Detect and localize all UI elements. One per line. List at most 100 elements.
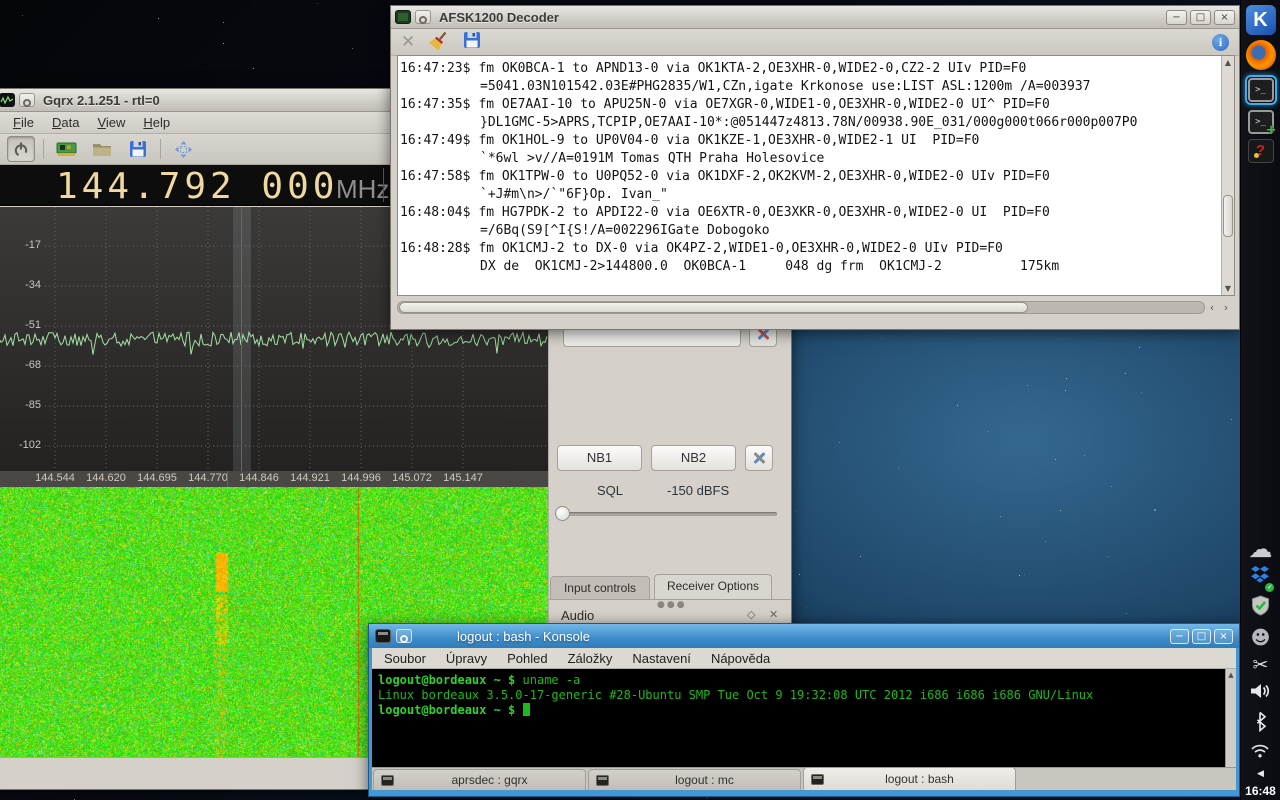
sql-label: SQL xyxy=(597,483,623,498)
move-button[interactable] xyxy=(169,136,197,162)
tab-logout-bash[interactable]: logout : bash xyxy=(803,767,1016,790)
tab-receiver-options[interactable]: Receiver Options xyxy=(654,574,772,600)
menu-soubor[interactable]: Soubor xyxy=(384,651,426,666)
afsk-app-icon xyxy=(395,10,411,24)
gqrx-menu-button-icon[interactable] xyxy=(19,93,35,107)
menu-napoveda[interactable]: Nápověda xyxy=(711,651,770,666)
konsole-menu-button-icon[interactable] xyxy=(396,629,412,643)
packet-info: }DL1GMC-5>APRS,TCPIP,OE7AAI-10*:@051447z… xyxy=(400,114,1234,132)
terminal-tab-icon xyxy=(811,774,824,785)
terminal-scrollbar[interactable]: ▲ xyxy=(1225,669,1236,769)
menu-zalozky[interactable]: Záložky xyxy=(568,651,613,666)
tab-logout-mc[interactable]: logout : mc xyxy=(588,769,801,790)
scroll-left-arrow[interactable]: ‹ xyxy=(1205,301,1219,314)
menu-nastaveni[interactable]: Nastavení xyxy=(632,651,691,666)
konsole-window-title: logout : bash - Konsole xyxy=(457,629,590,644)
scroll-right-arrow[interactable]: › xyxy=(1219,301,1233,314)
afsk-menu-button-icon[interactable] xyxy=(415,10,431,24)
system-tray: ☁ ✓ ☻ ✂ ◀ 16:48 xyxy=(1245,538,1276,800)
dropbox-icon[interactable]: ✓ xyxy=(1249,565,1271,590)
decoder-log[interactable]: 16:47:23$fm OK0BCA-1 to APND13-0 via OK1… xyxy=(397,55,1235,296)
shell-prompt: logout@bordeaux ~ $ xyxy=(378,673,515,687)
packet-time: 16:47:58$ xyxy=(400,169,470,184)
panel-clock[interactable]: 16:48 xyxy=(1245,784,1276,798)
clear-broom-icon[interactable] xyxy=(429,30,449,55)
scrollbar-thumb[interactable] xyxy=(1223,195,1233,237)
gqrx-menu-data[interactable]: Data xyxy=(52,115,79,130)
bluetooth-icon[interactable] xyxy=(1252,711,1268,737)
nb2-button[interactable]: NB2 xyxy=(651,445,736,471)
freq-tick-label: 145.147 xyxy=(443,472,483,484)
audio-float-icon[interactable]: ◇ xyxy=(747,608,755,621)
minimize-button[interactable]: − xyxy=(1170,629,1189,644)
konsole-window: logout : bash - Konsole − □ × Soubor Úpr… xyxy=(368,623,1240,797)
close-x-icon[interactable]: ✕ xyxy=(401,32,415,52)
menu-upravy[interactable]: Úpravy xyxy=(446,651,487,666)
minimize-button[interactable]: − xyxy=(1166,10,1187,25)
audio-close-icon[interactable]: ✕ xyxy=(769,608,778,621)
kde-menu-icon[interactable]: K xyxy=(1246,5,1276,35)
firefox-icon[interactable] xyxy=(1246,40,1276,70)
konsole-titlebar[interactable]: logout : bash - Konsole − □ × xyxy=(369,624,1239,648)
frequency-axis[interactable]: 144.544 144.620 144.695 144.770 144.846 … xyxy=(0,471,548,487)
new-terminal-icon[interactable]: >_+ xyxy=(1248,110,1274,134)
nb-config-button[interactable] xyxy=(745,445,773,471)
db-tick-label: -68 xyxy=(0,359,41,371)
packet-time: 16:47:23$ xyxy=(400,61,470,76)
info-icon[interactable]: i xyxy=(1212,34,1229,51)
gqrx-menu-help[interactable]: Help xyxy=(143,115,170,130)
freq-tick-label: 144.770 xyxy=(188,472,228,484)
nb1-button[interactable]: NB1 xyxy=(557,445,642,471)
tray-collapse-icon[interactable]: ◀ xyxy=(1257,769,1264,779)
terminal-output[interactable]: logout@bordeaux ~ $ uname -a Linux borde… xyxy=(372,669,1236,769)
device-config-button[interactable] xyxy=(52,136,80,162)
freq-tick-label: 144.996 xyxy=(341,472,381,484)
scrollbar-thumb[interactable] xyxy=(399,302,1028,313)
sql-slider-track[interactable] xyxy=(557,512,777,516)
packet-time: 16:48:04$ xyxy=(400,205,470,220)
filter-band[interactable] xyxy=(233,207,251,471)
freq-tick-label: 144.620 xyxy=(86,472,126,484)
horizontal-scrollbar[interactable]: ‹ › xyxy=(397,300,1233,315)
ktip-help-icon[interactable]: ? xyxy=(1248,139,1274,163)
weather-clouds-icon[interactable]: ☁ xyxy=(1248,538,1272,560)
gqrx-menu-view[interactable]: View xyxy=(97,115,125,130)
volume-icon[interactable] xyxy=(1249,681,1271,706)
afsk-decoder-window: AFSK1200 Decoder − □ × ✕ i 16:47:23$fm O… xyxy=(390,5,1240,330)
open-folder-button[interactable] xyxy=(88,136,116,162)
vertical-scrollbar[interactable]: ▲ ▼ xyxy=(1221,56,1234,295)
close-button[interactable]: × xyxy=(1214,629,1233,644)
afsk-titlebar[interactable]: AFSK1200 Decoder − □ × xyxy=(391,6,1239,29)
save-button[interactable] xyxy=(124,136,152,162)
konsole-menubar: Soubor Úpravy Pohled Záložky Nastavení N… xyxy=(372,648,1236,669)
maximize-button[interactable]: □ xyxy=(1190,10,1211,25)
tab-input-controls[interactable]: Input controls xyxy=(550,576,650,600)
menu-pohled[interactable]: Pohled xyxy=(507,651,547,666)
power-button[interactable] xyxy=(7,136,35,162)
dock-splitter[interactable]: ●●● xyxy=(657,600,687,610)
close-button[interactable]: × xyxy=(1214,10,1235,25)
packet-info: `*6wl >v//A=0191M Tomas QTH Praha Holeso… xyxy=(400,150,1234,168)
messenger-icon[interactable]: ☻ xyxy=(1251,627,1271,649)
save-floppy-icon[interactable] xyxy=(463,31,481,54)
packet-header: fm OK1TPW-0 to U0PQ52-0 via OK1DXF-2,OK2… xyxy=(478,169,1049,184)
konsole-launcher-icon[interactable]: >_ xyxy=(1245,75,1277,105)
konsole-app-icon xyxy=(375,629,391,643)
lcd-divider xyxy=(383,168,384,202)
maximize-button[interactable]: □ xyxy=(1192,629,1211,644)
plasma-panel: K >_ >_+ ? ☁ ✓ ☻ ✂ ◀ 16:48 xyxy=(1240,0,1280,800)
db-tick-label: -34 xyxy=(0,279,41,291)
gqrx-menu-file[interactable]: File xyxy=(13,115,34,130)
toolbar-separator xyxy=(43,139,44,159)
packet-header: fm HG7PDK-2 to APDI22-0 via OE6XTR-0,OE3… xyxy=(478,205,1049,220)
wifi-icon[interactable] xyxy=(1249,742,1271,764)
shield-check-icon[interactable] xyxy=(1250,595,1271,622)
frequency-value[interactable]: 144.792 000 xyxy=(56,166,338,207)
konsole-tabbar: aprsdec : gqrx logout : mc logout : bash xyxy=(372,767,1236,790)
db-tick-label: -85 xyxy=(0,399,41,411)
klipper-scissors-icon[interactable]: ✂ xyxy=(1253,654,1269,676)
tab-aprsdec-gqrx[interactable]: aprsdec : gqrx xyxy=(373,769,586,790)
db-tick-label: -51 xyxy=(0,319,41,331)
db-tick-label: -102 xyxy=(0,439,41,451)
sql-slider-handle[interactable] xyxy=(555,506,570,521)
